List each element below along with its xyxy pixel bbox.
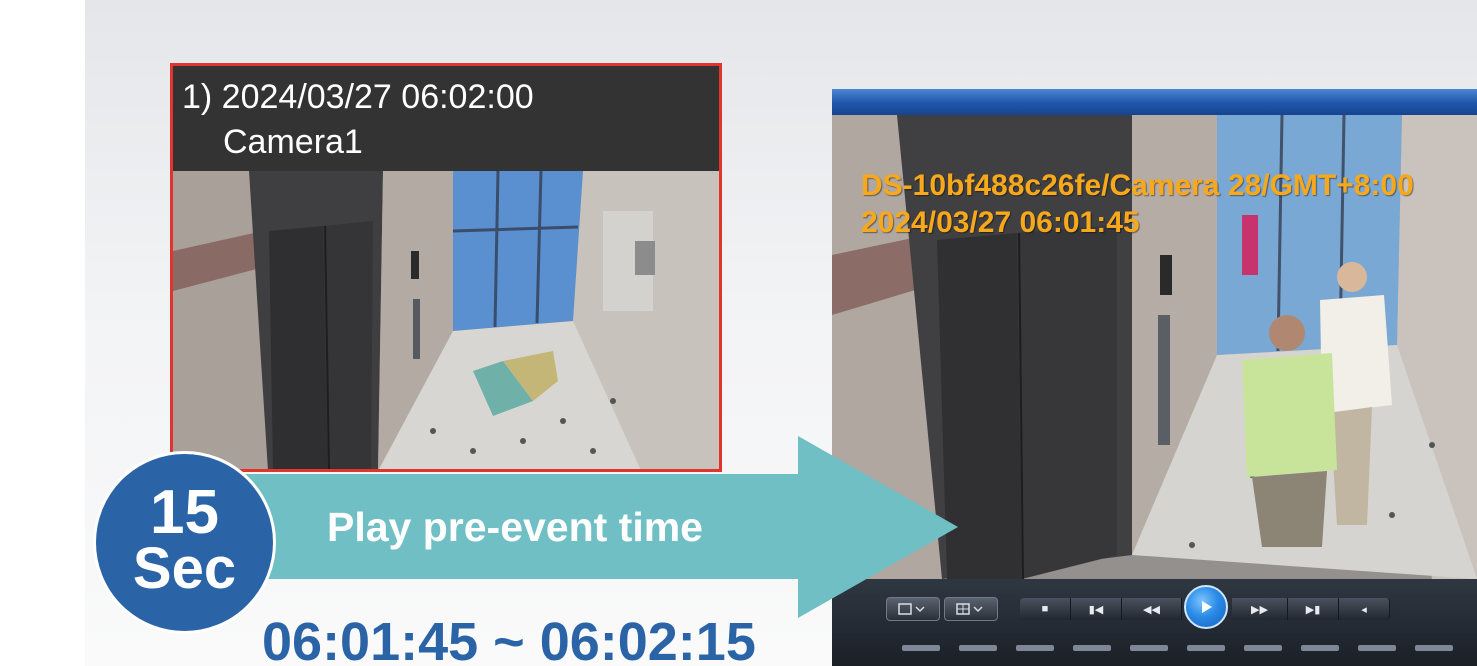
playback-title-bar[interactable] xyxy=(832,89,1477,115)
timeline-tick xyxy=(1073,645,1111,651)
timeline-tick xyxy=(1130,645,1168,651)
event-timestamp: 1) 2024/03/27 06:02:00 xyxy=(182,78,534,116)
badge-unit: Sec xyxy=(132,536,237,601)
timeline-tick xyxy=(1301,645,1339,651)
badge-number: 15 xyxy=(150,478,219,547)
timeline-tick xyxy=(1415,645,1453,651)
osd-timestamp: 2024/03/27 06:01:45 xyxy=(861,206,1140,239)
osd-device-info: DS-10bf488c26fe/Camera 28/GMT+8:00 xyxy=(861,169,1414,202)
timeline-tick xyxy=(1244,645,1282,651)
timeline-tick xyxy=(902,645,940,651)
timeline-tick xyxy=(1358,645,1396,651)
timeline-tick xyxy=(1016,645,1054,651)
event-thumbnail[interactable]: 1) 2024/03/27 06:02:00 Camera1 xyxy=(170,63,722,472)
rewind-icon[interactable]: ◀◀ xyxy=(1122,598,1182,620)
time-range-label: 06:01:45 ~ 06:02:15 xyxy=(262,612,756,666)
timeline-tick xyxy=(1187,645,1225,651)
play-icon[interactable] xyxy=(1184,585,1228,629)
thumbnail-header: 1) 2024/03/27 06:02:00 Camera1 xyxy=(173,66,719,171)
timeline-tick xyxy=(959,645,997,651)
duration-badge: 15 Sec xyxy=(93,451,276,634)
volume-icon[interactable]: ◂ xyxy=(1339,598,1390,620)
camera-name: Camera1 xyxy=(223,123,363,161)
step-back-icon[interactable]: ▮◀ xyxy=(1071,598,1122,620)
stop-icon[interactable]: ■ xyxy=(1020,598,1071,620)
elevator-lobby-image xyxy=(173,171,719,469)
fast-forward-icon[interactable]: ▶▶ xyxy=(1232,598,1288,620)
step-forward-icon[interactable]: ▶▮ xyxy=(1288,598,1339,620)
arrow-label: Play pre-event time xyxy=(327,504,703,550)
